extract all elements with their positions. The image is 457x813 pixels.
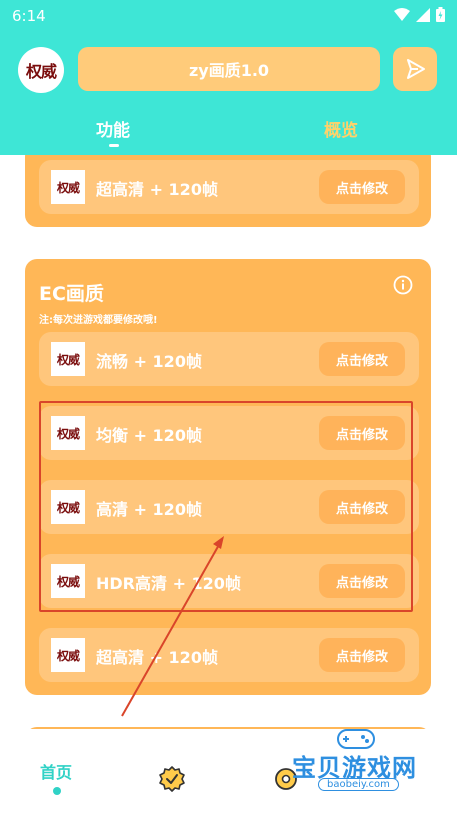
nav-home[interactable]: 首页 (40, 759, 72, 783)
gamepad-icon (337, 729, 375, 749)
app-header: 权威 zy画质1.0 功能 概览 (0, 32, 457, 155)
status-icons (394, 7, 445, 22)
app-title: zy画质1.0 (78, 47, 380, 91)
signal-icon (416, 7, 430, 22)
watermark-url: baobeiy.com (318, 778, 399, 791)
play-icon (407, 59, 425, 79)
tab-overview[interactable]: 概览 (324, 116, 358, 141)
arrow-annotation (121, 536, 224, 717)
tab-function[interactable]: 功能 (96, 116, 130, 141)
content-scroll[interactable]: 权威 超高清 + 120帧 点击修改 EC画质 注:每次进游戏都要修改哦! 权威… (0, 155, 457, 729)
logo-text: 权威 (25, 62, 57, 81)
status-bar: 6:14 (0, 0, 457, 32)
wifi-icon (394, 7, 410, 21)
battery-icon (436, 7, 445, 22)
nav-active-dot (53, 787, 61, 795)
play-button[interactable] (393, 47, 437, 91)
avatar[interactable]: 权威 (18, 47, 64, 93)
watermark: 宝贝游戏网 baobeiy.com (288, 722, 438, 792)
badge-check-icon[interactable] (158, 765, 186, 793)
status-time: 6:14 (12, 7, 46, 25)
tab-indicator (109, 144, 119, 147)
